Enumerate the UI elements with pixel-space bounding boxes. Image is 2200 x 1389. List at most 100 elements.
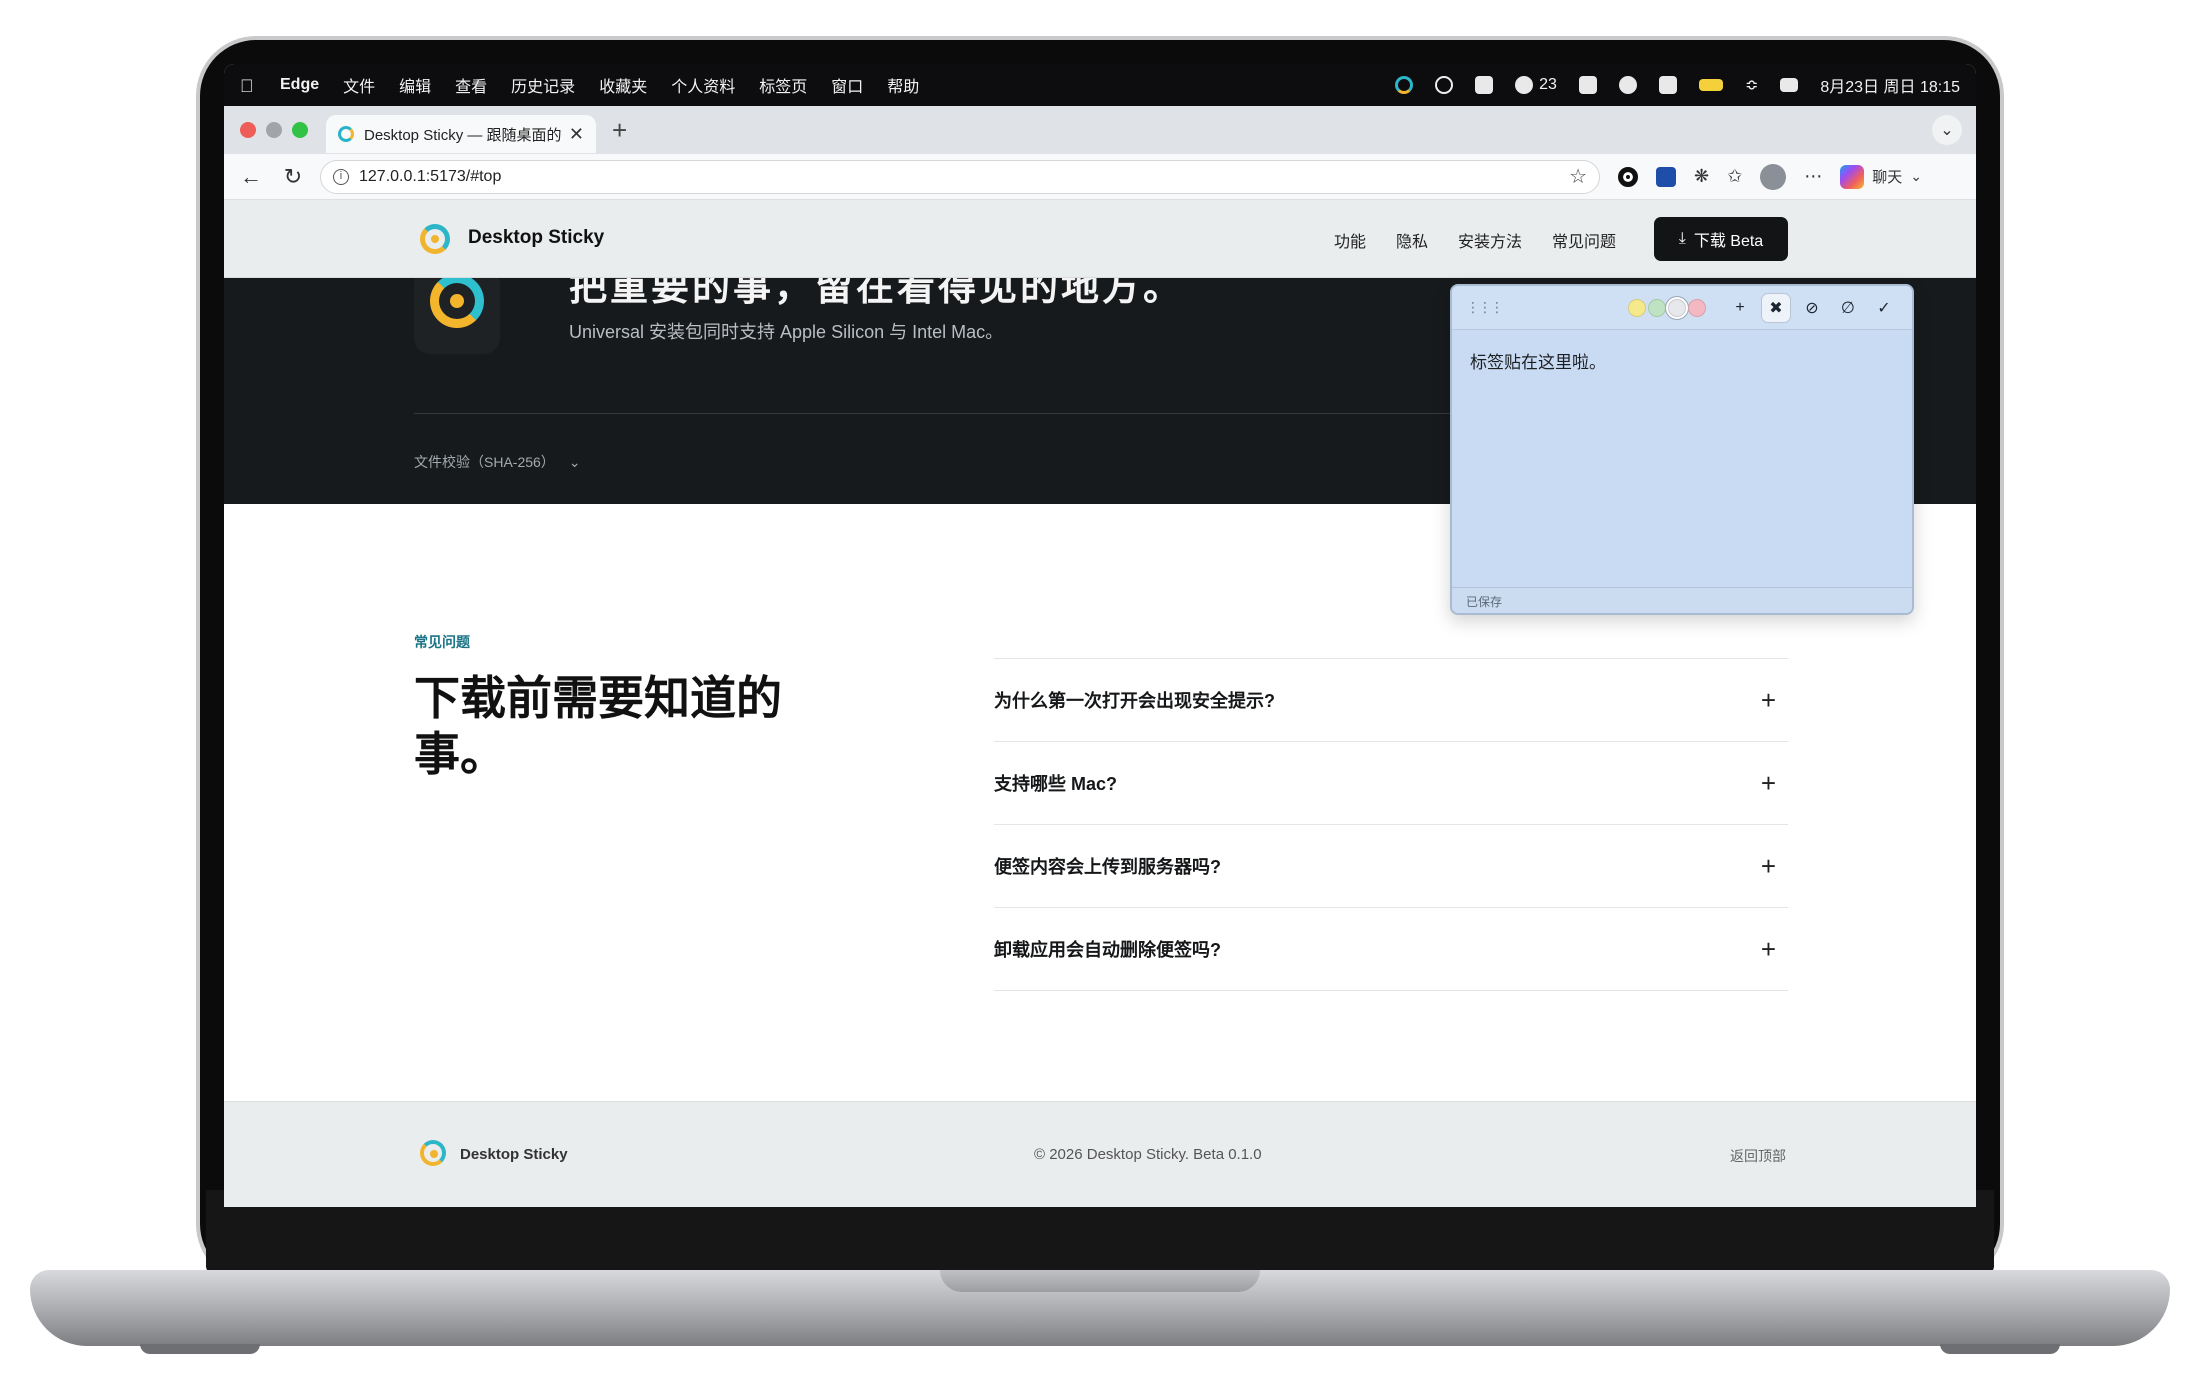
color-swatches <box>1628 298 1706 317</box>
menubar-clock[interactable]: 8月23日 周日 18:15 <box>1820 73 1960 97</box>
favorite-star-icon[interactable]: ☆ <box>1569 164 1587 189</box>
menu-view[interactable]: 查看 <box>455 73 487 97</box>
faq-question: 为什么第一次打开会出现安全提示? <box>994 691 1275 711</box>
faq-question: 便签内容会上传到服务器吗? <box>994 857 1221 877</box>
unpin-icon[interactable]: ✖ <box>1762 293 1790 322</box>
faq-item[interactable]: 支持哪些 Mac? + <box>994 742 1788 825</box>
menu-history[interactable]: 历史记录 <box>511 73 575 97</box>
expand-plus-icon[interactable]: + <box>1761 851 1776 882</box>
expand-plus-icon[interactable]: + <box>1761 934 1776 965</box>
control-center-icon <box>1780 78 1799 92</box>
menu-app-name[interactable]: Edge <box>280 76 319 94</box>
swatch-green[interactable] <box>1648 298 1666 317</box>
status-battery[interactable] <box>1698 79 1723 91</box>
close-window-button[interactable] <box>240 122 256 138</box>
faq-title: 下载前需要知道的事。 <box>414 672 782 780</box>
close-tab-icon[interactable]: ✕ <box>569 124 584 145</box>
faq-item[interactable]: 为什么第一次打开会出现安全提示? + <box>994 659 1788 742</box>
menu-edit[interactable]: 编辑 <box>399 73 431 97</box>
favorites-button[interactable]: ✩ <box>1727 166 1742 187</box>
mute-bell-icon[interactable]: ⊘ <box>1798 294 1826 322</box>
swatch-gray[interactable] <box>1668 298 1686 317</box>
laptop-mockup:  Edge 文件 编辑 查看 历史记录 收藏夹 个人资料 标签页 窗口 帮助 … <box>0 0 2200 1389</box>
menu-favorites[interactable]: 收藏夹 <box>599 73 647 97</box>
status-photos[interactable] <box>1578 76 1597 94</box>
address-bar[interactable]: i 127.0.0.1:5173/#top ☆ <box>320 159 1600 194</box>
sticky-toolbar: ⋮⋮⋮ + ✖ ⊘ ∅ ✓ <box>1452 286 1912 330</box>
hide-eye-icon[interactable]: ∅ <box>1834 294 1862 322</box>
more-dots-icon: ⋯ <box>1804 166 1823 186</box>
sticky-app-icon <box>1395 76 1414 94</box>
checksum-label: 文件校验（SHA-256） <box>414 454 555 470</box>
status-control-center[interactable] <box>1780 78 1799 92</box>
macos-menubar:  Edge 文件 编辑 查看 历史记录 收藏夹 个人资料 标签页 窗口 帮助 … <box>224 64 1976 106</box>
minimize-window-button[interactable] <box>266 122 282 138</box>
browser-tab-active[interactable]: Desktop Sticky — 跟随桌面的 Ma ✕ <box>326 115 596 153</box>
site-brand[interactable]: Desktop Sticky <box>468 227 604 249</box>
new-tab-icon[interactable]: + <box>612 115 627 146</box>
status-video[interactable] <box>1475 76 1494 94</box>
app-logo-large <box>414 268 500 354</box>
chevron-down-icon: ⌄ <box>568 454 581 470</box>
hero-divider <box>414 413 1594 414</box>
extension-record-button[interactable] <box>1618 166 1638 187</box>
more-options-button[interactable]: ⋯ <box>1804 166 1822 187</box>
menu-help[interactable]: 帮助 <box>887 73 919 97</box>
status-input-method[interactable] <box>1658 76 1677 94</box>
menu-file[interactable]: 文件 <box>343 73 375 97</box>
apple-logo-icon[interactable]:  <box>240 76 258 96</box>
laptop-foot-right <box>1940 1344 2060 1354</box>
status-chatgpt[interactable] <box>1435 76 1454 94</box>
copilot-icon <box>1840 164 1865 189</box>
expand-plus-icon[interactable]: + <box>1761 768 1776 799</box>
tab-list-chevron-down-icon[interactable]: ⌄ <box>1932 115 1962 145</box>
menu-window[interactable]: 窗口 <box>831 73 863 97</box>
copilot-chat-button[interactable]: 聊天 ⌄ <box>1840 164 1922 189</box>
browser-toolbar: ← ↻ i 127.0.0.1:5173/#top ☆ ❋ ✩ ⋯ 聊天 ⌄ <box>224 154 1976 200</box>
swatch-pink[interactable] <box>1688 298 1706 317</box>
site-info-icon[interactable]: i <box>333 168 349 185</box>
status-sticky-app[interactable] <box>1395 76 1414 94</box>
download-icon: ⤓ <box>1678 230 1686 247</box>
site-logo-icon[interactable] <box>420 224 450 254</box>
wifi-icon: ≎ <box>1744 77 1759 94</box>
back-arrow-icon[interactable]: ← <box>236 164 266 190</box>
menu-tabs[interactable]: 标签页 <box>759 73 807 97</box>
expand-plus-icon[interactable]: + <box>1761 685 1776 716</box>
faq-item[interactable]: 便签内容会上传到服务器吗? + <box>994 825 1788 908</box>
avatar <box>1760 163 1787 190</box>
address-url[interactable]: 127.0.0.1:5173/#top <box>359 168 1569 186</box>
checksum-toggle[interactable]: 文件校验（SHA-256） ⌄ <box>414 452 580 472</box>
reload-icon[interactable]: ↻ <box>278 164 308 190</box>
status-wifi[interactable]: ≎ <box>1745 75 1758 95</box>
extension-notes-button[interactable] <box>1656 166 1676 187</box>
faq-question: 卸载应用会自动删除便签吗? <box>994 940 1221 960</box>
download-beta-button[interactable]: ⤓ 下载 Beta <box>1654 217 1788 261</box>
faq-kicker: 常见问题 <box>414 634 470 650</box>
vpn-icon <box>1618 76 1637 94</box>
nav-features[interactable]: 功能 <box>1334 228 1366 252</box>
laptop-hinge-notch <box>940 1270 1260 1292</box>
done-check-icon[interactable]: ✓ <box>1870 294 1898 322</box>
nav-faq[interactable]: 常见问题 <box>1552 228 1616 252</box>
nav-privacy[interactable]: 隐私 <box>1396 228 1428 252</box>
swatch-yellow[interactable] <box>1628 298 1646 317</box>
extensions-button[interactable]: ❋ <box>1694 166 1709 187</box>
profile-button[interactable] <box>1760 163 1787 190</box>
nav-install[interactable]: 安装方法 <box>1458 228 1522 252</box>
menu-profile[interactable]: 个人资料 <box>671 73 735 97</box>
record-icon <box>1618 166 1638 187</box>
sticky-note-text[interactable]: 标签贴在这里啦。 <box>1452 330 1912 391</box>
status-wechat[interactable]: 23 <box>1515 76 1557 94</box>
zoom-window-button[interactable] <box>292 122 308 138</box>
copilot-chevron-down-icon: ⌄ <box>1910 168 1922 184</box>
puzzle-icon: ❋ <box>1694 166 1710 186</box>
sticky-note-window[interactable]: ⋮⋮⋮ + ✖ ⊘ ∅ ✓ 标签贴在这里啦。 已保存 <box>1450 284 1914 615</box>
status-vpn[interactable] <box>1618 76 1637 94</box>
wechat-count: 23 <box>1539 76 1557 93</box>
drag-handle-icon[interactable]: ⋮⋮⋮ <box>1466 299 1504 316</box>
back-to-top-link[interactable]: 返回顶部 <box>1730 1146 1786 1166</box>
faq-item[interactable]: 卸载应用会自动删除便签吗? + <box>994 908 1788 991</box>
tab-title: Desktop Sticky — 跟随桌面的 Ma <box>364 126 561 144</box>
add-note-icon[interactable]: + <box>1726 294 1754 322</box>
